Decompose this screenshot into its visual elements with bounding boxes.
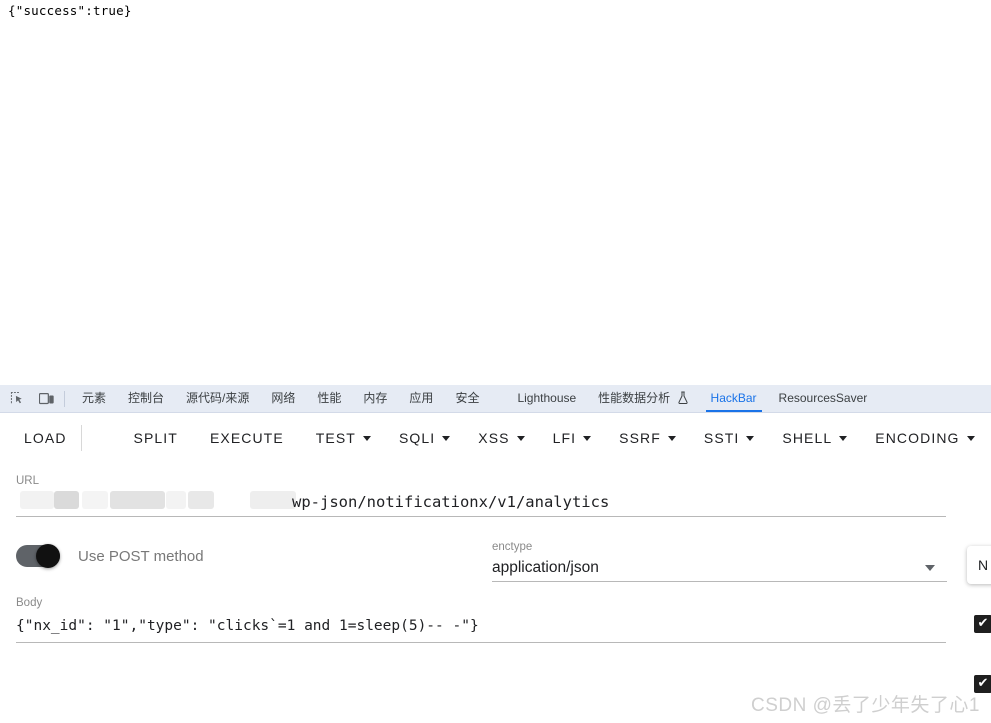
devtools-tab-network[interactable]: 网络 bbox=[260, 385, 306, 412]
url-field-underline bbox=[16, 516, 946, 517]
devtools-tab-security[interactable]: 安全 bbox=[444, 385, 490, 412]
body-field-underline bbox=[16, 642, 946, 643]
enctype-select[interactable]: application/json bbox=[492, 554, 947, 581]
ssti-menu-button[interactable]: SSTI bbox=[692, 421, 767, 455]
devtools-tab-lighthouse[interactable]: Lighthouse bbox=[506, 385, 587, 412]
chevron-down-icon bbox=[925, 565, 935, 571]
encoding-menu-label: ENCODING bbox=[875, 430, 960, 446]
toolbar-divider bbox=[64, 390, 65, 407]
page-response-area: {"success":true} bbox=[0, 0, 991, 385]
url-field-label: URL bbox=[16, 475, 40, 487]
ssti-menu-label: SSTI bbox=[703, 430, 740, 446]
devtools-tab-sources[interactable]: 源代码/来源 bbox=[175, 385, 260, 412]
chevron-down-icon bbox=[442, 435, 451, 441]
execute-button-label: EXECUTE bbox=[209, 430, 284, 446]
url-field: URL wp-json/notificationx/v1/analytics bbox=[16, 474, 946, 517]
devtools-tab-strip: 元素 控制台 源代码/来源 网络 性能 内存 应用 安全 Lighthouse … bbox=[0, 385, 991, 413]
enctype-field-label: enctype bbox=[492, 541, 533, 553]
body-input[interactable]: {"nx_id": "1","type": "clicks`=1 and 1=s… bbox=[16, 610, 946, 642]
devtools-tab-resourcessaver[interactable]: ResourcesSaver bbox=[768, 385, 879, 412]
encoding-menu-button[interactable]: ENCODING bbox=[863, 421, 986, 455]
chevron-down-icon bbox=[583, 435, 592, 441]
right-edge-checkbox-1[interactable]: ✔ bbox=[974, 615, 991, 633]
devtools-tab-performance[interactable]: 性能 bbox=[306, 385, 352, 412]
lfi-menu-label: LFI bbox=[552, 430, 577, 446]
devtools-tab-application[interactable]: 应用 bbox=[398, 385, 444, 412]
chevron-down-icon bbox=[839, 435, 848, 441]
xss-menu-label: XSS bbox=[478, 430, 510, 446]
inspect-element-icon[interactable] bbox=[4, 386, 30, 412]
use-post-method-label: Use POST method bbox=[78, 547, 204, 565]
enctype-field-underline bbox=[492, 581, 947, 582]
ssrf-menu-label: SSRF bbox=[619, 430, 661, 446]
devtools-tab-memory[interactable]: 内存 bbox=[352, 385, 398, 412]
test-menu-button[interactable]: TEST bbox=[304, 421, 383, 455]
enctype-field: enctype application/json bbox=[492, 540, 947, 582]
devtools-tab-console[interactable]: 控制台 bbox=[117, 385, 175, 412]
toggle-knob bbox=[36, 544, 60, 568]
body-field: Body {"nx_id": "1","type": "clicks`=1 an… bbox=[16, 596, 946, 643]
use-post-method-toggle[interactable] bbox=[16, 544, 60, 568]
chevron-down-icon bbox=[362, 435, 371, 441]
shell-menu-label: SHELL bbox=[782, 430, 833, 446]
devtools-tab-performance-insights-label: 性能数据分析 bbox=[598, 391, 671, 405]
chevron-down-icon bbox=[667, 435, 676, 441]
devtools-tab-elements[interactable]: 元素 bbox=[71, 385, 117, 412]
url-redacted-overlay bbox=[16, 488, 296, 516]
load-dropdown-button[interactable] bbox=[84, 421, 114, 455]
execute-button[interactable]: EXECUTE bbox=[198, 421, 296, 455]
split-button-label: SPLIT bbox=[133, 430, 178, 446]
shell-menu-button[interactable]: SHELL bbox=[770, 421, 859, 455]
csdn-watermark: CSDN @丢了少年失了心1 bbox=[751, 695, 980, 716]
sqli-menu-label: SQLI bbox=[398, 430, 436, 446]
enctype-selected-value: application/json bbox=[492, 559, 599, 576]
sqli-menu-button[interactable]: SQLI bbox=[387, 421, 462, 455]
chevron-down-icon bbox=[966, 435, 975, 441]
devtools-tab-hackbar[interactable]: HackBar bbox=[700, 385, 768, 412]
chevron-down-icon bbox=[746, 435, 755, 441]
use-post-method-row: Use POST method bbox=[16, 544, 204, 568]
flask-icon bbox=[677, 387, 689, 414]
xss-menu-button[interactable]: XSS bbox=[466, 421, 536, 455]
response-json-text: {"success":true} bbox=[8, 3, 132, 18]
devtools-tab-performance-insights[interactable]: 性能数据分析 bbox=[587, 385, 699, 412]
body-field-label: Body bbox=[16, 597, 43, 609]
split-button[interactable]: SPLIT bbox=[122, 421, 190, 455]
chevron-down-icon bbox=[516, 435, 525, 441]
lfi-menu-button[interactable]: LFI bbox=[541, 421, 604, 455]
device-toolbar-icon[interactable] bbox=[34, 386, 60, 412]
load-split-button: LOAD bbox=[12, 421, 114, 455]
load-button-divider bbox=[80, 425, 82, 451]
load-button[interactable]: LOAD bbox=[12, 421, 79, 455]
test-menu-label: TEST bbox=[315, 430, 356, 446]
url-input[interactable]: wp-json/notificationx/v1/analytics bbox=[16, 488, 946, 516]
ssrf-menu-button[interactable]: SSRF bbox=[607, 421, 688, 455]
hackbar-toolbar: LOAD SPLIT EXECUTE TEST SQLI XSS LFI SSR… bbox=[0, 414, 991, 462]
right-edge-button[interactable]: N bbox=[967, 546, 991, 584]
url-visible-text: wp-json/notificationx/v1/analytics bbox=[292, 493, 610, 511]
